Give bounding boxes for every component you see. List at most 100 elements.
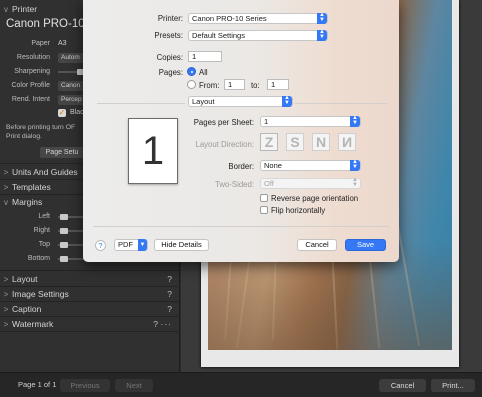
two-sided-popup[interactable]: Off ▲ ▼ [260,177,361,189]
next-page-button[interactable]: Next [115,379,153,392]
section-image-settings-label: Image Settings [12,289,69,299]
color-profile-label: Color Profile [11,82,50,89]
from-field[interactable]: 1 [224,79,245,90]
pdf-menu-button[interactable]: PDF ▼ [114,239,148,251]
presets-popup[interactable]: Default Settings ▲ ▼ [188,29,328,41]
pages-label: Pages: [158,68,183,77]
two-sided-popup-value: Off [264,179,274,188]
help-icon[interactable]: ? [167,304,172,314]
printing-note-line1: Before printing turn OF [6,124,76,131]
section-popup[interactable]: Layout ▲ ▼ [188,95,293,107]
presets-popup-value: Default Settings [192,31,245,40]
reverse-orientation-checkbox[interactable] [260,194,268,202]
direction-s-icon: S [290,134,300,150]
updown-arrow-icon: ▲ ▼ [350,159,360,171]
section-layout-label: Layout [12,274,38,284]
print-dialog: Printer: Canon PRO-10 Series ▲ ▼ Presets:… [83,0,399,262]
divider [93,226,389,227]
section-layout[interactable]: > Layout ? [0,272,180,286]
margin-top-label: Top [38,241,50,248]
previous-page-button[interactable]: Previous [60,379,110,392]
direction-z-icon: Z [264,134,274,150]
margin-right-slider-knob[interactable] [60,228,68,234]
page-setup-button[interactable]: Page Setu [40,147,84,158]
expand-chevron-icon: > [3,304,9,314]
print-button[interactable]: Print... [431,379,475,392]
expand-chevron-icon: > [3,274,9,284]
margin-left-label: Left [38,213,50,220]
to-field[interactable]: 1 [267,79,289,90]
printer-label: Printer: [157,14,183,23]
border-popup-value: None [264,161,282,170]
margin-left-slider-knob[interactable] [60,214,68,220]
paper-value[interactable]: A3 [58,40,67,47]
page-thumbnail: 1 [128,118,178,184]
reverse-orientation-label: Reverse page orientation [271,194,359,203]
direction-option-n-reverse[interactable]: N [338,133,356,151]
collapse-chevron-icon: v [4,197,8,207]
pdf-label: PDF [118,240,133,249]
expand-chevron-icon: > [3,319,9,329]
section-templates-label: Templates [12,182,51,192]
cancel-button[interactable]: Cancel [379,379,426,392]
pages-per-sheet-value: 1 [264,117,269,126]
updown-arrow-icon: ▲ ▼ [282,95,292,107]
expand-chevron-icon: > [3,167,9,177]
section-watermark[interactable]: > Watermark ? ··· [0,317,180,331]
help-icon[interactable]: ? [153,319,158,329]
to-label: to: [251,81,260,90]
pages-per-sheet-popup[interactable]: 1 ▲ ▼ [260,115,361,127]
margin-bottom-slider-knob[interactable] [60,256,68,262]
printer-popup-value: Canon PRO-10 Series [192,14,267,23]
help-icon[interactable]: ? [167,274,172,284]
margin-top-slider-knob[interactable] [60,242,68,248]
margin-right-label: Right [33,227,50,234]
dropdown-arrow-icon: ▼ [138,239,147,251]
flip-horizontally-checkbox[interactable] [260,206,268,214]
printer-popup[interactable]: Canon PRO-10 Series ▲ ▼ [188,12,328,24]
divider [0,331,180,332]
section-units-guides-label: Units And Guides [12,167,78,177]
direction-option-z[interactable]: Z [260,133,278,151]
expand-chevron-icon: > [3,289,9,299]
printer-name: Canon PRO-10 [6,18,85,30]
help-icon: ? [98,241,103,250]
flip-horizontally-label: Flip horizontally [271,206,326,215]
divider [0,270,180,271]
pages-per-sheet-label: Pages per Sheet: [193,118,254,127]
copies-field[interactable]: 1 [188,51,222,62]
divider [295,103,387,104]
help-button[interactable]: ? [95,240,106,251]
updown-arrow-icon: ▲ ▼ [350,115,360,127]
more-options-icon[interactable]: ··· [161,319,173,329]
section-image-settings[interactable]: > Image Settings ? [0,287,180,301]
section-watermark-label: Watermark [12,319,54,329]
pages-all-radio[interactable] [187,67,196,76]
direction-option-s[interactable]: S [286,133,304,151]
hide-details-button[interactable]: Hide Details [154,239,209,251]
bottom-toolbar: Page 1 of 1 Previous Next Cancel Print..… [0,372,482,397]
direction-n-icon: N [315,134,327,150]
divider [97,103,185,104]
section-printer-label: Printer [12,4,38,14]
black-point-checkbox[interactable]: ✓ [58,109,66,117]
pages-range-radio[interactable] [187,80,196,89]
margin-bottom-label: Bottom [27,255,50,262]
section-caption[interactable]: > Caption ? [0,302,180,316]
save-button[interactable]: Save [345,239,386,251]
pages-all-label: All [199,68,208,77]
expand-chevron-icon: > [3,182,9,192]
checkmark-icon: ✓ [58,108,66,117]
direction-option-n[interactable]: N [312,133,330,151]
from-label: From: [199,81,220,90]
help-icon[interactable]: ? [167,289,172,299]
dialog-cancel-button[interactable]: Cancel [297,239,337,251]
sharpening-label: Sharpening [14,68,50,75]
paper-label: Paper [31,40,50,47]
page-indicator: Page 1 of 1 [18,380,57,389]
rend-intent-label: Rend. Intent [11,96,50,103]
section-caption-label: Caption [12,304,42,314]
section-popup-value: Layout [192,97,215,106]
border-popup[interactable]: None ▲ ▼ [260,159,361,171]
presets-label: Presets: [154,31,183,40]
